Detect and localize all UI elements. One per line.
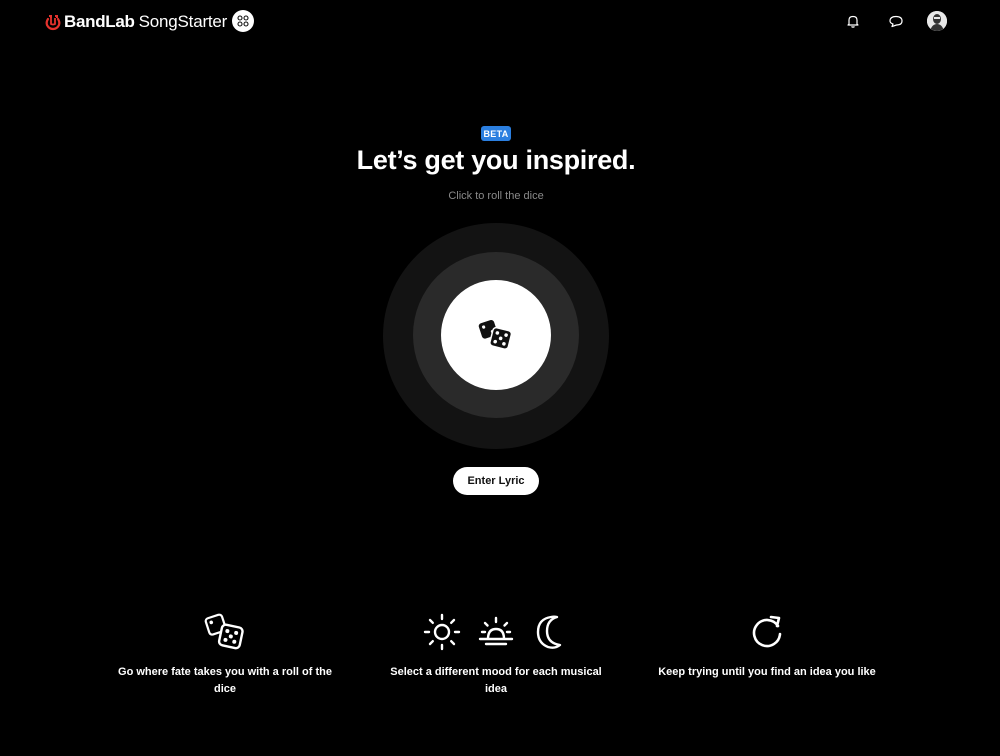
feature-icons: [110, 610, 340, 654]
beta-badge: BETA: [481, 126, 511, 141]
page-subtitle: Click to roll the dice: [448, 190, 544, 202]
sun-icon: [423, 613, 461, 651]
product-name: SongStarter: [138, 12, 228, 31]
brand-logo-link[interactable]: BandLab SongStarter: [44, 10, 227, 34]
feature-retry: Keep trying until you find an idea you l…: [652, 610, 882, 681]
bandlab-logo-icon: [45, 15, 61, 31]
page-title: Let’s get you inspired.: [356, 145, 636, 175]
apps-icon: [237, 15, 249, 27]
feature-text: Select a different mood for each musical…: [390, 666, 602, 695]
notifications-button[interactable]: [843, 11, 863, 31]
dice-icon: [204, 613, 244, 650]
feature-text: Go where fate takes you with a roll of t…: [118, 666, 332, 695]
roll-dice-button[interactable]: [441, 280, 551, 390]
apps-button[interactable]: [232, 10, 254, 32]
messages-button[interactable]: [886, 11, 906, 31]
refresh-icon: [752, 615, 782, 648]
bell-icon: [847, 15, 859, 28]
avatar[interactable]: [927, 11, 947, 31]
feature-dice: Go where fate takes you with a roll of t…: [110, 610, 340, 698]
dice-icon: [478, 320, 513, 350]
brand-name: BandLab: [64, 12, 135, 31]
enter-lyric-button[interactable]: Enter Lyric: [453, 467, 539, 495]
feature-mood: Select a different mood for each musical…: [381, 610, 611, 698]
chat-icon: [889, 15, 903, 28]
feature-icons: [381, 610, 611, 654]
top-bar: BandLab SongStarter: [0, 0, 1000, 44]
feature-icons: [652, 610, 882, 654]
user-avatar-icon: [927, 11, 947, 31]
feature-text: Keep trying until you find an idea you l…: [658, 666, 876, 678]
sunrise-icon: [478, 616, 514, 646]
moon-icon: [536, 615, 562, 649]
